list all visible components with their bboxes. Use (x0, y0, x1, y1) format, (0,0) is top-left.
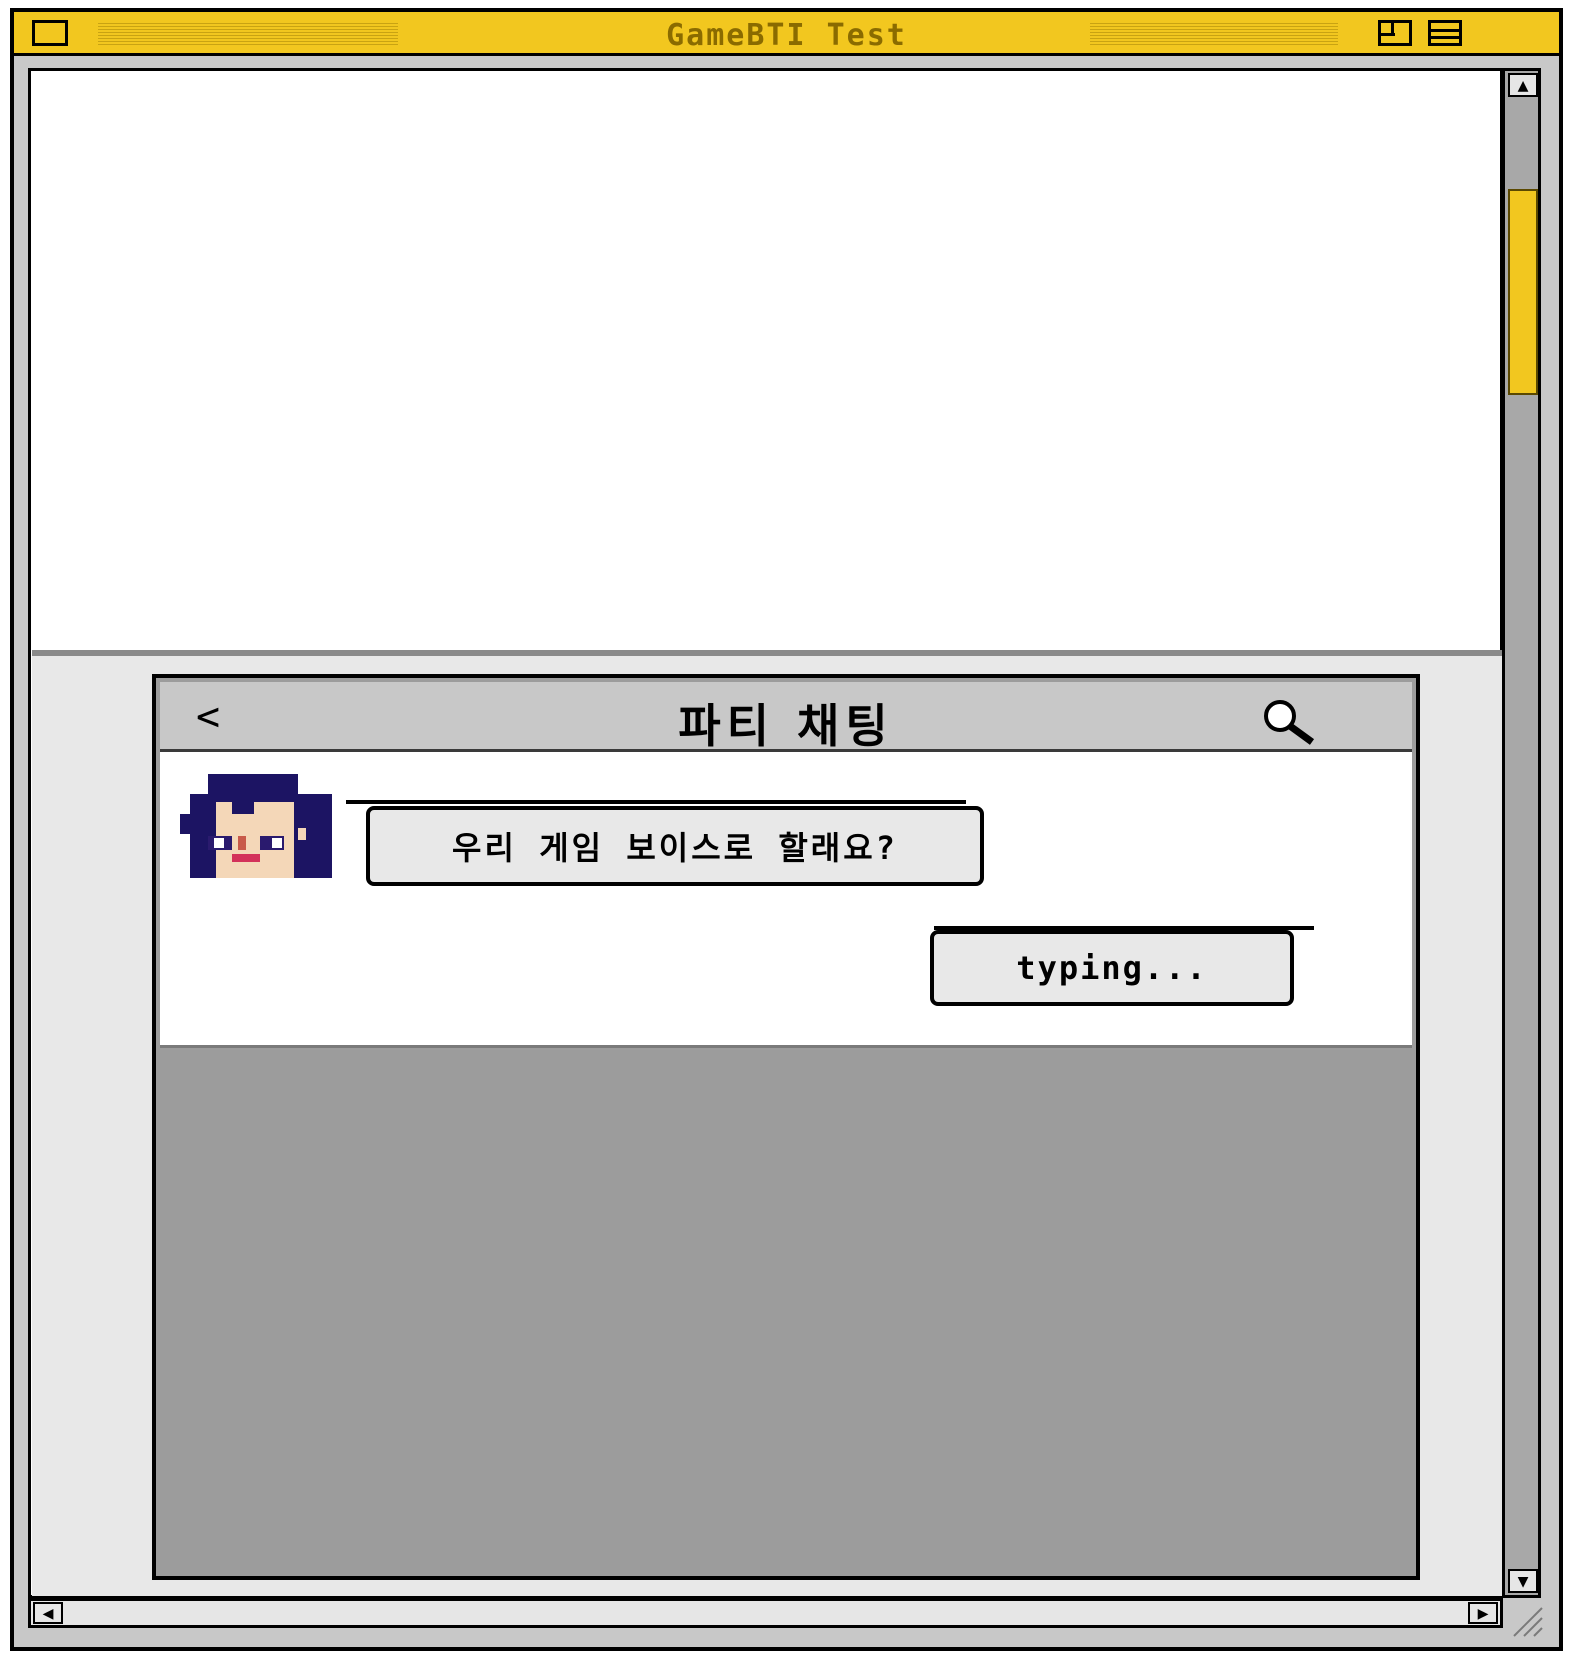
scroll-up-arrow-icon[interactable]: ▲ (1508, 73, 1538, 97)
scroll-right-arrow-icon[interactable]: ▶ (1468, 1602, 1498, 1624)
chat-title: 파티 채팅 (678, 699, 894, 753)
vertical-scroll-thumb[interactable] (1508, 189, 1538, 395)
search-icon[interactable] (1258, 696, 1318, 746)
message-bubble-received: 우리 게임 보이스로 할래요? (346, 800, 984, 886)
message-text: 우리 게임 보이스로 할래요? (452, 829, 898, 867)
message-bubble-typing: typing... (930, 926, 1314, 1006)
horizontal-scrollbar[interactable]: ◀ ▶ (28, 1598, 1503, 1628)
vertical-scrollbar[interactable]: ▲ ▼ (1503, 68, 1541, 1598)
scroll-left-arrow-icon[interactable]: ◀ (33, 1602, 63, 1624)
resize-grip-icon[interactable] (1506, 1600, 1546, 1640)
title-bar-stripes-right (1090, 21, 1338, 47)
avatar[interactable] (180, 774, 336, 878)
collapse-box-icon[interactable] (1428, 20, 1462, 46)
zoom-box-icon[interactable] (1378, 20, 1412, 46)
typing-indicator-text: typing... (1016, 949, 1208, 987)
title-bar[interactable]: GameBTI Test (14, 12, 1559, 56)
chat-header: < 파티 채팅 (160, 682, 1412, 753)
scroll-down-arrow-icon[interactable]: ▼ (1508, 1569, 1538, 1593)
